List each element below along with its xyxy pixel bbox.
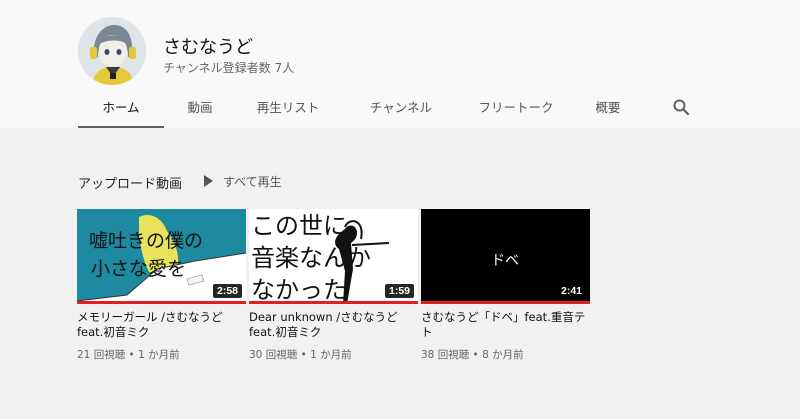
video-duration: 2:41 — [556, 284, 586, 298]
upload-age: 1 か月前 — [310, 349, 352, 361]
video-duration: 1:59 — [384, 284, 414, 298]
tab-videos[interactable]: 動画 — [174, 88, 226, 126]
channel-header: さむなうど チャンネル登録者数 7人 ホーム 動画 再生リスト チャンネル フリ… — [0, 0, 800, 128]
video-card[interactable]: 嘘吐きの僕の 小さな愛を 2:58 メモリーガール /さむなうど feat.初音… — [77, 209, 246, 362]
tab-channels[interactable]: チャンネル — [361, 88, 441, 126]
video-thumbnail[interactable]: 嘘吐きの僕の 小さな愛を 2:58 — [77, 209, 246, 304]
video-meta: 30 回視聴 • 1 か月前 — [249, 349, 352, 361]
thumbnail-text: なかった — [251, 276, 347, 304]
video-title[interactable]: メモリーガール /さむなうど feat.初音ミク — [77, 310, 246, 340]
tab-playlists[interactable]: 再生リスト — [248, 88, 328, 126]
video-card[interactable]: この世に 音楽なんか なかった 1:59 Dear unknown /さむなうど… — [249, 209, 418, 362]
watch-progress-bar — [77, 301, 246, 304]
video-meta: 38 回視聴 • 8 か月前 — [421, 349, 524, 361]
view-count: 38 回視聴 — [421, 349, 470, 361]
play-all-button[interactable]: すべて再生 — [204, 173, 282, 190]
thumbnail-text: 嘘吐きの僕の — [89, 230, 203, 252]
upload-age: 1 か月前 — [138, 349, 180, 361]
video-duration: 2:58 — [212, 284, 242, 298]
view-count: 21 回視聴 — [77, 349, 126, 361]
thumbnail-text: 音楽なんか — [251, 244, 371, 272]
video-thumbnail[interactable]: ドベ 2:41 — [421, 209, 590, 304]
video-title[interactable]: さむなうど「ドベ」feat.重音テト — [421, 310, 590, 340]
section-title: アップロード動画 — [78, 177, 183, 192]
watch-progress-bar — [249, 301, 418, 304]
video-meta: 21 回視聴 • 1 か月前 — [77, 349, 180, 361]
subscriber-count: チャンネル登録者数 7人 — [163, 61, 295, 75]
channel-name: さむなうど — [163, 37, 253, 58]
upload-age: 8 か月前 — [482, 349, 524, 361]
tab-discussion[interactable]: フリートーク — [471, 88, 561, 126]
play-all-label: すべて再生 — [223, 175, 282, 189]
thumbnail-text: この世に — [251, 212, 347, 240]
search-icon[interactable] — [667, 88, 695, 126]
thumbnail-text: ドベ — [491, 253, 519, 269]
tab-about[interactable]: 概要 — [586, 88, 630, 126]
watch-progress-bar — [421, 301, 590, 304]
thumbnail-text: 小さな愛を — [91, 258, 186, 280]
video-card[interactable]: ドベ 2:41 さむなうど「ドベ」feat.重音テト 38 回視聴 • 8 か月… — [421, 209, 590, 362]
play-icon — [204, 175, 213, 187]
video-title[interactable]: Dear unknown /さむなうど feat.初音ミク — [249, 310, 418, 340]
video-thumbnail[interactable]: この世に 音楽なんか なかった 1:59 — [249, 209, 418, 304]
tab-home[interactable]: ホーム — [78, 88, 164, 128]
channel-avatar[interactable] — [78, 17, 146, 85]
view-count: 30 回視聴 — [249, 349, 298, 361]
